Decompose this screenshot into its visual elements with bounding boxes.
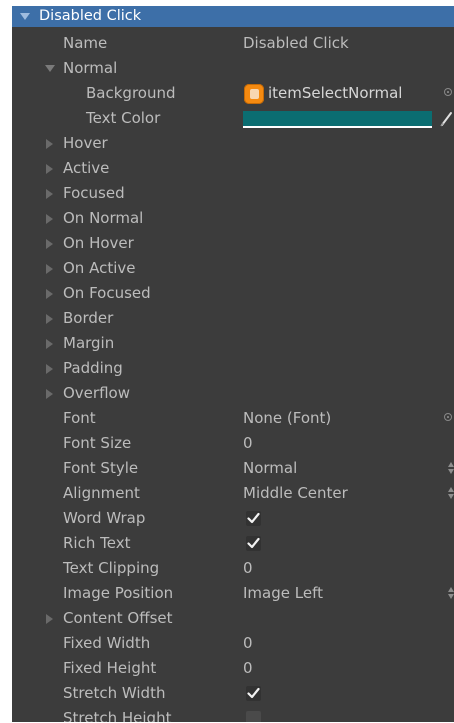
name-row: Name Disabled Click [12,31,454,56]
on-normal-foldout[interactable]: On Normal [12,206,454,231]
font-size-label: Font Size [63,434,132,452]
foldout-label: On Hover [63,234,134,252]
fixed-height-row: Fixed Height 0 [12,656,454,681]
content-offset-foldout[interactable]: Content Offset [12,606,454,631]
collapsed-triangle-icon[interactable] [46,289,53,299]
collapsed-triangle-icon[interactable] [46,189,53,199]
checkmark-icon [247,687,260,699]
stretch-width-label: Stretch Width [63,684,166,702]
alignment-label: Alignment [63,484,140,502]
font-style-dropdown[interactable]: Normal [243,456,297,481]
fixed-width-label: Fixed Width [63,634,151,652]
foldout-label: Focused [63,184,125,202]
collapsed-triangle-icon[interactable] [46,614,53,624]
style-header-title: Disabled Click [39,8,142,24]
style-header[interactable]: Disabled Click [12,6,454,27]
font-style-row: Font Style Normal [12,456,454,481]
image-position-row: Image Position Image Left [12,581,454,606]
object-picker-icon[interactable] [444,413,452,421]
text-clipping-label: Text Clipping [63,559,160,577]
fixed-width-field[interactable]: 0 [243,631,253,656]
overflow-foldout[interactable]: Overflow [12,381,454,406]
font-size-field[interactable]: 0 [243,431,253,456]
font-size-row: Font Size 0 [12,431,454,456]
on-hover-foldout[interactable]: On Hover [12,231,454,256]
foldout-label: Hover [63,134,108,152]
inspector-panel: Disabled Click Name Disabled Click Norma… [12,6,454,722]
collapsed-triangle-icon[interactable] [46,214,53,224]
alignment-row: Alignment Middle Center [12,481,454,506]
foldout-label: On Normal [63,209,144,227]
foldout-label: Overflow [63,384,130,402]
normal-label: Normal [63,59,118,77]
content-offset-label: Content Offset [63,609,173,627]
collapsed-triangle-icon[interactable] [46,139,53,149]
collapsed-triangle-icon[interactable] [46,364,53,374]
collapsed-triangle-icon[interactable] [46,264,53,274]
background-texture-field[interactable]: itemSelectNormal [268,81,402,106]
name-field[interactable]: Disabled Click [243,31,349,56]
padding-foldout[interactable]: Padding [12,356,454,381]
word-wrap-label: Word Wrap [63,509,146,527]
foldout-label: On Focused [63,284,151,302]
dropdown-arrows-icon[interactable] [448,462,454,475]
stretch-height-row: Stretch Height [12,706,454,722]
foldout-label: Margin [63,334,115,352]
font-label: Font [63,409,96,427]
word-wrap-row: Word Wrap [12,506,454,531]
rich-text-checkbox[interactable] [246,536,261,551]
expanded-triangle-icon[interactable] [20,13,30,20]
focused-foldout[interactable]: Focused [12,181,454,206]
collapsed-triangle-icon[interactable] [46,314,53,324]
stretch-width-row: Stretch Width [12,681,454,706]
fixed-height-label: Fixed Height [63,659,157,677]
collapsed-triangle-icon[interactable] [46,164,53,174]
color-alpha-bar [243,126,432,128]
font-field[interactable]: None (Font) [243,406,331,431]
collapsed-triangle-icon[interactable] [46,339,53,349]
word-wrap-checkbox[interactable] [246,511,261,526]
hover-foldout[interactable]: Hover [12,131,454,156]
normal-foldout[interactable]: Normal [12,56,454,81]
font-row: Font None (Font) [12,406,454,431]
margin-foldout[interactable]: Margin [12,331,454,356]
active-foldout[interactable]: Active [12,156,454,181]
text-color-row: Text Color [12,106,454,131]
foldout-label: Border [63,309,114,327]
fixed-width-row: Fixed Width 0 [12,631,454,656]
object-picker-icon[interactable] [444,88,452,96]
rich-text-label: Rich Text [63,534,131,552]
text-clipping-row: Text Clipping 0 [12,556,454,581]
image-position-label: Image Position [63,584,174,602]
on-focused-foldout[interactable]: On Focused [12,281,454,306]
image-position-dropdown[interactable]: Image Left [243,581,323,606]
foldout-label: Padding [63,359,123,377]
collapsed-triangle-icon[interactable] [46,239,53,249]
name-label: Name [63,34,108,52]
dropdown-arrows-icon[interactable] [448,487,454,500]
stretch-width-checkbox[interactable] [246,686,261,701]
font-style-label: Font Style [63,459,139,477]
border-foldout[interactable]: Border [12,306,454,331]
fixed-height-field[interactable]: 0 [243,656,253,681]
rich-text-row: Rich Text [12,531,454,556]
text-color-label: Text Color [86,109,161,127]
collapsed-triangle-icon[interactable] [46,389,53,399]
on-active-foldout[interactable]: On Active [12,256,454,281]
foldout-label: On Active [63,259,136,277]
stretch-height-label: Stretch Height [63,709,172,722]
stretch-height-checkbox[interactable] [246,711,261,722]
checkmark-icon [247,512,260,524]
text-clipping-dropdown[interactable]: 0 [243,556,253,581]
alignment-dropdown[interactable]: Middle Center [243,481,348,506]
background-label: Background [86,84,176,102]
checkmark-icon [247,537,260,549]
text-color-swatch[interactable] [243,111,432,126]
dropdown-arrows-icon[interactable] [448,587,454,600]
expanded-triangle-icon[interactable] [45,65,55,72]
texture-icon [244,84,264,104]
background-row: Background itemSelectNormal [12,81,454,106]
foldout-label: Active [63,159,110,177]
